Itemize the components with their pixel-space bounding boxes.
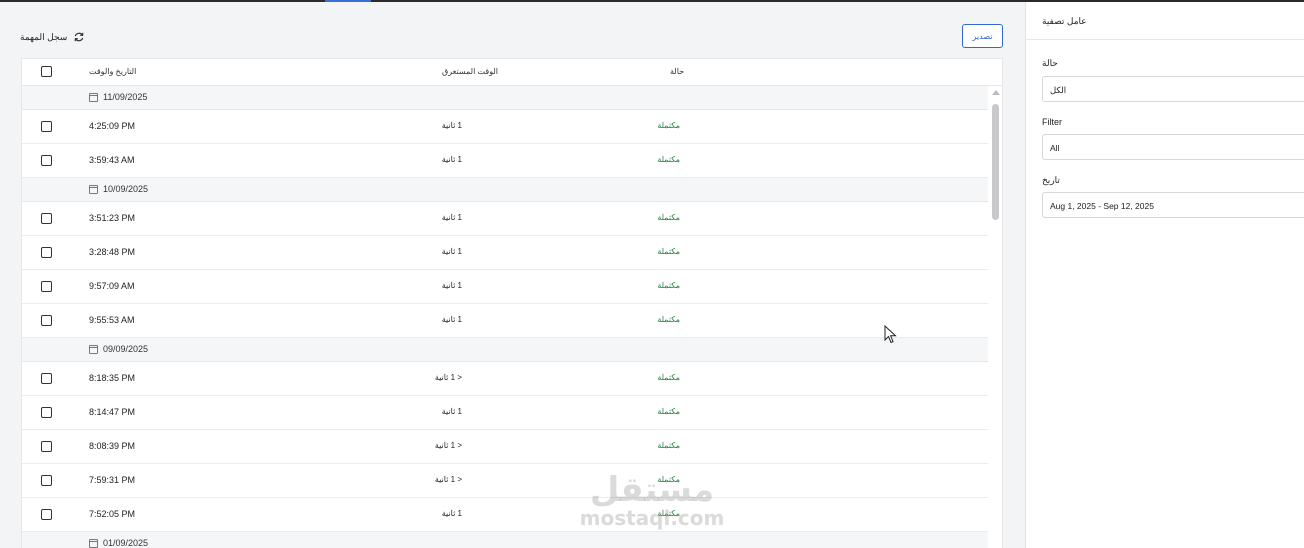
row-duration: < 1 ثانية: [434, 475, 462, 484]
status-filter-value: الكل: [1050, 85, 1067, 95]
date-range-picker[interactable]: Aug 1, 2025 - Sep 12, 2025: [1042, 192, 1304, 218]
table-row[interactable]: 3:51:23 PM 1 ثانية مكتملة: [22, 202, 988, 236]
page-title: سجل المهمة: [20, 31, 68, 42]
calendar-icon: [89, 93, 98, 102]
row-duration: 1 ثانية: [441, 213, 462, 222]
row-checkbox[interactable]: [41, 373, 52, 384]
row-time: 3:59:43 AM: [89, 155, 135, 165]
filter-value: All: [1050, 143, 1060, 153]
status-filter-label: حالة: [1042, 58, 1058, 68]
group-date: 11/09/2025: [103, 92, 148, 102]
row-time: 9:55:53 AM: [89, 315, 135, 325]
row-status: مكتملة: [657, 441, 680, 450]
group-date: 01/09/2025: [103, 538, 149, 548]
date-group-header: 10/09/2025: [22, 178, 988, 202]
date-filter-label: تاريخ: [1042, 175, 1060, 185]
row-status: مكتملة: [657, 407, 680, 416]
row-checkbox[interactable]: [41, 281, 52, 292]
table-row[interactable]: 9:57:09 AM 1 ثانية مكتملة: [22, 270, 988, 304]
row-checkbox[interactable]: [41, 441, 52, 452]
row-duration: < 1 ثانية: [434, 373, 462, 382]
row-checkbox[interactable]: [41, 315, 52, 326]
row-time: 9:57:09 AM: [89, 281, 135, 291]
calendar-icon: [89, 539, 98, 548]
table-row[interactable]: 8:18:35 PM < 1 ثانية مكتملة: [22, 362, 988, 396]
row-checkbox[interactable]: [41, 407, 52, 418]
row-time: 8:14:47 PM: [89, 407, 136, 417]
page-title-group: سجل المهمة: [20, 31, 85, 43]
calendar-icon: [89, 345, 98, 354]
status-filter-select[interactable]: الكل: [1042, 76, 1304, 102]
task-log-table: التاريخ والوقت الوقت المستغرق حالة 11/09…: [21, 58, 1003, 548]
row-status: مكتملة: [657, 281, 680, 290]
scroll-up-arrow-icon[interactable]: [992, 90, 1000, 95]
refresh-icon[interactable]: [73, 31, 85, 43]
row-status: مكتملة: [657, 121, 680, 130]
table-row[interactable]: 4:25:09 PM 1 ثانية مكتملة: [22, 110, 988, 144]
row-status: مكتملة: [657, 213, 680, 222]
row-checkbox[interactable]: [41, 155, 52, 166]
filter-panel-title: عامل تصفية: [1042, 16, 1087, 26]
row-time: 3:51:23 PM: [89, 213, 136, 223]
row-status: مكتملة: [657, 315, 680, 324]
row-checkbox[interactable]: [41, 475, 52, 486]
group-date: 09/09/2025: [103, 344, 149, 354]
row-time: 3:28:48 PM: [89, 247, 136, 257]
calendar-icon: [89, 185, 98, 194]
table-row[interactable]: 8:08:39 PM < 1 ثانية مكتملة: [22, 430, 988, 464]
row-duration: 1 ثانية: [441, 121, 462, 130]
row-checkbox[interactable]: [41, 247, 52, 258]
row-duration: < 1 ثانية: [434, 441, 462, 450]
date-range-value: Aug 1, 2025 - Sep 12, 2025: [1050, 201, 1154, 211]
row-duration: 1 ثانية: [441, 247, 462, 256]
table-header: التاريخ والوقت الوقت المستغرق حالة: [22, 59, 1002, 86]
table-row[interactable]: 8:14:47 PM 1 ثانية مكتملة: [22, 396, 988, 430]
watermark-arabic: مستقل: [589, 470, 715, 510]
row-time: 8:18:35 PM: [89, 373, 136, 383]
row-duration: 1 ثانية: [441, 509, 462, 518]
row-time: 4:25:09 PM: [89, 121, 136, 131]
filter-panel: عامل تصفية حالة الكل Filter All تاريخ Au…: [1025, 2, 1304, 548]
row-time: 7:52:05 PM: [89, 509, 136, 519]
column-header-duration[interactable]: الوقت المستغرق: [442, 67, 498, 76]
table-row[interactable]: 3:28:48 PM 1 ثانية مكتملة: [22, 236, 988, 270]
row-duration: 1 ثانية: [441, 315, 462, 324]
vertical-scrollbar[interactable]: [988, 86, 1002, 548]
row-time: 7:59:31 PM: [89, 475, 136, 485]
column-header-status[interactable]: حالة: [670, 67, 684, 76]
date-group-header: 11/09/2025: [22, 86, 988, 110]
date-group-header: 01/09/2025: [22, 532, 988, 548]
table-row[interactable]: 7:59:31 PM < 1 ثانية مكتملة: [22, 464, 988, 498]
row-duration: 1 ثانية: [441, 155, 462, 164]
row-checkbox[interactable]: [41, 121, 52, 132]
watermark-latin: mostaql.com: [579, 506, 725, 530]
date-group-header: 09/09/2025: [22, 338, 988, 362]
row-status: مكتملة: [657, 155, 680, 164]
row-time: 8:08:39 PM: [89, 441, 136, 451]
select-all-checkbox[interactable]: [41, 66, 52, 77]
filter-panel-header: عامل تصفية: [1026, 2, 1304, 40]
column-header-datetime[interactable]: التاريخ والوقت: [89, 67, 136, 76]
row-duration: 1 ثانية: [441, 281, 462, 290]
table-row[interactable]: 7:52:05 PM 1 ثانية مكتملة: [22, 498, 988, 532]
row-duration: 1 ثانية: [441, 407, 462, 416]
row-checkbox[interactable]: [41, 213, 52, 224]
watermark: مستقل mostaql.com: [577, 470, 727, 536]
table-row[interactable]: 9:55:53 AM 1 ثانية مكتملة: [22, 304, 988, 338]
mouse-pointer-icon: [884, 325, 897, 344]
filter-select[interactable]: All: [1042, 134, 1304, 160]
row-checkbox[interactable]: [41, 509, 52, 520]
filter-label: Filter: [1042, 117, 1062, 127]
export-button[interactable]: تصدير: [962, 24, 1003, 48]
scroll-thumb[interactable]: [992, 104, 999, 220]
group-date: 10/09/2025: [103, 184, 149, 194]
row-status: مكتملة: [657, 247, 680, 256]
table-row[interactable]: 3:59:43 AM 1 ثانية مكتملة: [22, 144, 988, 178]
row-status: مكتملة: [657, 373, 680, 382]
